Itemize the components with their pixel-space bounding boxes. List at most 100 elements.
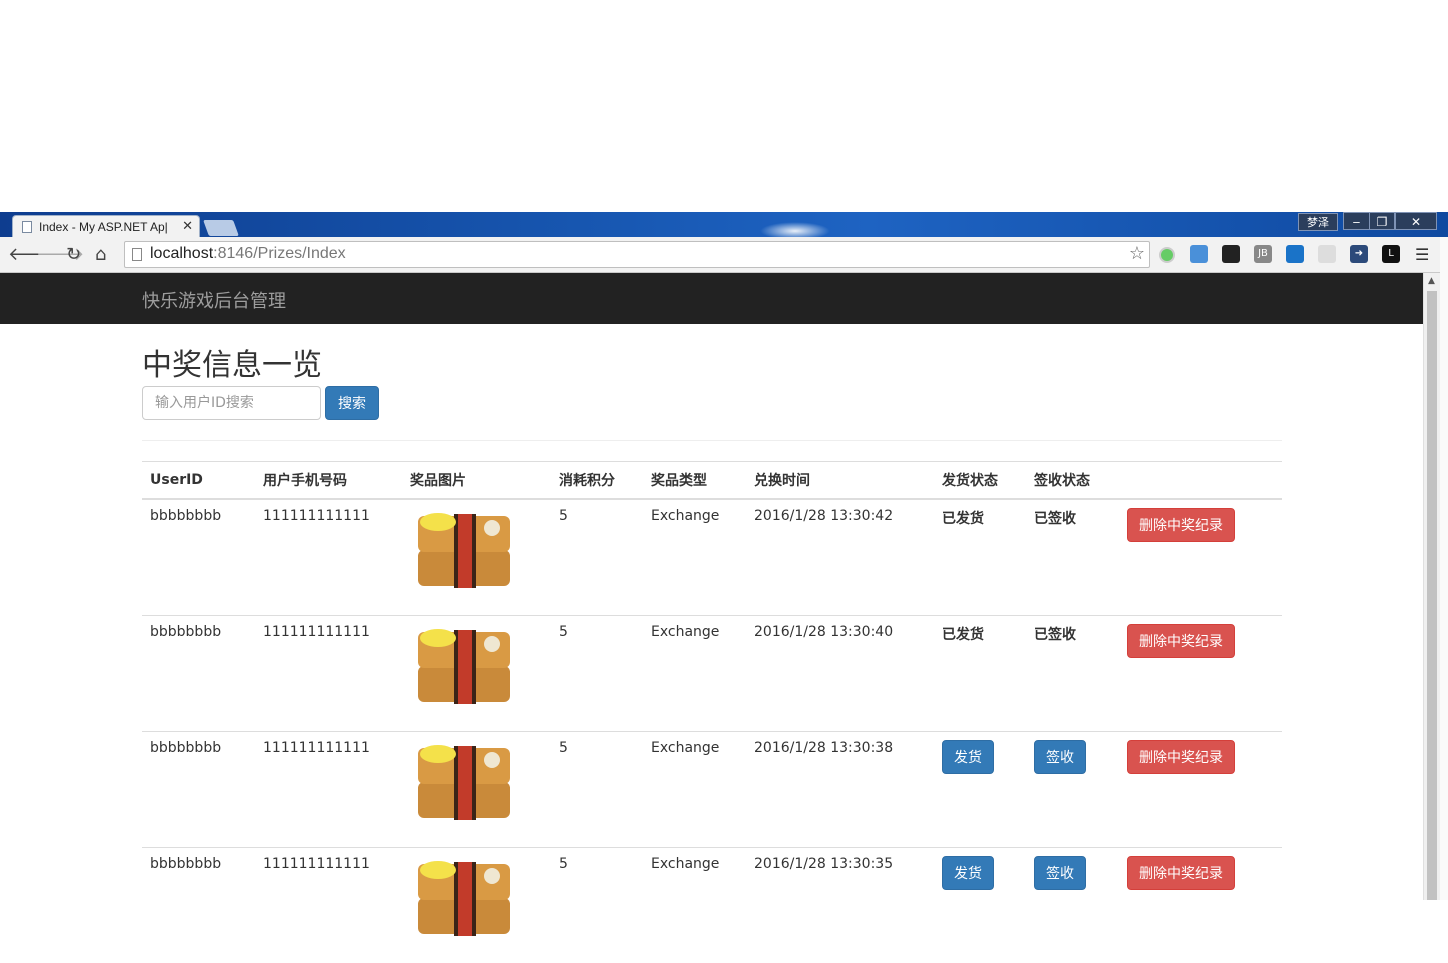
sign-button[interactable]: 签收 — [1034, 739, 1086, 774]
tab-close-icon[interactable]: ✕ — [182, 219, 193, 234]
extension-globe-icon[interactable] — [1190, 245, 1208, 263]
cell-type: Exchange — [643, 498, 746, 615]
cell-points: 5 — [551, 498, 643, 615]
vertical-scrollbar[interactable]: ▲ — [1423, 273, 1440, 900]
window-titlebar: Index - My ASP.NET Ap| ✕ 梦泽 ‒ ❐ ✕ — [0, 212, 1448, 237]
prize-image — [418, 860, 510, 936]
cell-phone: 111111111111 — [255, 846, 402, 963]
table-header-row: UserID 用户手机号码 奖品图片 消耗积分 奖品类型 兑换时间 发货状态 签… — [142, 461, 1282, 500]
extension-dark-icon[interactable]: L — [1382, 245, 1400, 263]
page-title: 中奖信息一览 — [142, 348, 322, 383]
cell-actions: 删除中奖纪录 — [1119, 498, 1282, 615]
page-icon — [22, 221, 32, 233]
extension-gray-icon[interactable] — [1318, 245, 1336, 263]
cell-userid: bbbbbbbb — [142, 498, 255, 615]
header-actions — [1119, 461, 1282, 500]
blank-area — [0, 0, 1448, 212]
home-icon[interactable]: ⌂ — [95, 244, 106, 265]
table-row: bbbbbbbb 111111111111 5 Exchange 2016/1/… — [142, 498, 1282, 615]
delete-record-button[interactable]: 删除中奖纪录 — [1127, 739, 1235, 774]
browser-toolbar: 🡐 🡒 ↻ ⌂ localhost:8146/Prizes/Index ☆ JB… — [0, 237, 1440, 273]
cell-userid: bbbbbbbb — [142, 730, 255, 847]
browser-tab[interactable]: Index - My ASP.NET Ap| ✕ — [12, 215, 200, 237]
reload-icon[interactable]: ↻ — [66, 244, 81, 265]
cell-type: Exchange — [643, 846, 746, 963]
sign-button[interactable]: 签收 — [1034, 855, 1086, 890]
cell-userid: bbbbbbbb — [142, 846, 255, 963]
prize-image — [418, 628, 510, 704]
cell-image — [402, 846, 551, 963]
cell-ship-status: 已发货 — [934, 614, 1026, 731]
wallpaper-cloud — [760, 222, 830, 237]
bookmark-star-icon[interactable]: ☆ — [1129, 243, 1145, 264]
window-edge — [1440, 237, 1448, 900]
address-bar[interactable]: localhost:8146/Prizes/Index ☆ — [124, 241, 1150, 268]
cell-time: 2016/1/28 13:30:42 — [746, 498, 934, 615]
prizes-table: UserID 用户手机号码 奖品图片 消耗积分 奖品类型 兑换时间 发货状态 签… — [142, 461, 1282, 963]
delete-record-button[interactable]: 删除中奖纪录 — [1127, 623, 1235, 658]
cell-sign-status: 已签收 — [1026, 614, 1119, 731]
cell-sign-status: 签收 — [1026, 846, 1119, 963]
extension-arrow-icon[interactable]: ➜ — [1350, 245, 1368, 263]
tab-title: Index - My ASP.NET Ap| — [39, 220, 168, 234]
table-row: bbbbbbbb 111111111111 5 Exchange 2016/1/… — [142, 614, 1282, 731]
cell-points: 5 — [551, 846, 643, 963]
cell-image — [402, 730, 551, 847]
table-row: bbbbbbbb 111111111111 5 Exchange 2016/1/… — [142, 846, 1282, 963]
cell-image — [402, 498, 551, 615]
cell-userid: bbbbbbbb — [142, 614, 255, 731]
url-text: localhost:8146/Prizes/Index — [150, 245, 346, 262]
cell-time: 2016/1/28 13:30:40 — [746, 614, 934, 731]
cell-image — [402, 614, 551, 731]
prize-image — [418, 513, 510, 588]
header-phone: 用户手机号码 — [255, 461, 402, 500]
profile-button[interactable]: 梦泽 — [1298, 213, 1338, 231]
cell-ship-status: 发货 — [934, 846, 1026, 963]
header-image: 奖品图片 — [402, 461, 551, 500]
cell-points: 5 — [551, 614, 643, 731]
cell-ship-status: 已发货 — [934, 498, 1026, 615]
new-tab-button[interactable] — [203, 220, 239, 236]
cell-type: Exchange — [643, 730, 746, 847]
header-ship-status: 发货状态 — [934, 461, 1026, 500]
ship-button[interactable]: 发货 — [942, 739, 994, 774]
cell-points: 5 — [551, 730, 643, 847]
prize-image — [418, 744, 510, 820]
cell-phone: 111111111111 — [255, 498, 402, 615]
header-sign-status: 签收状态 — [1026, 461, 1119, 500]
ship-button[interactable]: 发货 — [942, 855, 994, 890]
cell-actions: 删除中奖纪录 — [1119, 614, 1282, 731]
cell-type: Exchange — [643, 614, 746, 731]
scrollbar-thumb[interactable] — [1427, 291, 1437, 900]
navbar-brand[interactable]: 快乐游戏后台管理 — [142, 287, 286, 313]
qr-code-icon[interactable] — [1222, 245, 1240, 263]
table-row: bbbbbbbb 111111111111 5 Exchange 2016/1/… — [142, 730, 1282, 847]
cell-sign-status: 已签收 — [1026, 498, 1119, 615]
extension-green-icon[interactable] — [1159, 247, 1175, 263]
search-button[interactable]: 搜索 — [325, 386, 379, 420]
cell-actions: 删除中奖纪录 — [1119, 846, 1282, 963]
cell-ship-status: 发货 — [934, 730, 1026, 847]
cell-phone: 111111111111 — [255, 730, 402, 847]
search-input[interactable] — [142, 386, 321, 420]
jb-extension-icon[interactable]: JB — [1254, 245, 1272, 263]
cell-sign-status: 签收 — [1026, 730, 1119, 847]
header-time: 兑换时间 — [746, 461, 934, 500]
cell-phone: 111111111111 — [255, 614, 402, 731]
delete-record-button[interactable]: 删除中奖纪录 — [1127, 508, 1235, 542]
minimize-button[interactable]: ‒ — [1343, 212, 1370, 230]
header-userid: UserID — [142, 461, 255, 500]
header-type: 奖品类型 — [643, 461, 746, 500]
cell-time: 2016/1/28 13:30:38 — [746, 730, 934, 847]
delete-record-button[interactable]: 删除中奖纪录 — [1127, 855, 1235, 890]
cell-actions: 删除中奖纪录 — [1119, 730, 1282, 847]
restore-button[interactable]: ❐ — [1369, 212, 1395, 230]
page-info-icon — [132, 248, 142, 261]
scroll-up-icon[interactable]: ▲ — [1428, 276, 1435, 286]
close-window-button[interactable]: ✕ — [1395, 212, 1437, 230]
cell-time: 2016/1/28 13:30:35 — [746, 846, 934, 963]
divider — [142, 440, 1282, 441]
menu-icon[interactable]: ☰ — [1415, 245, 1429, 264]
top-navbar: 快乐游戏后台管理 — [0, 273, 1423, 324]
extension-blue-icon[interactable] — [1286, 245, 1304, 263]
